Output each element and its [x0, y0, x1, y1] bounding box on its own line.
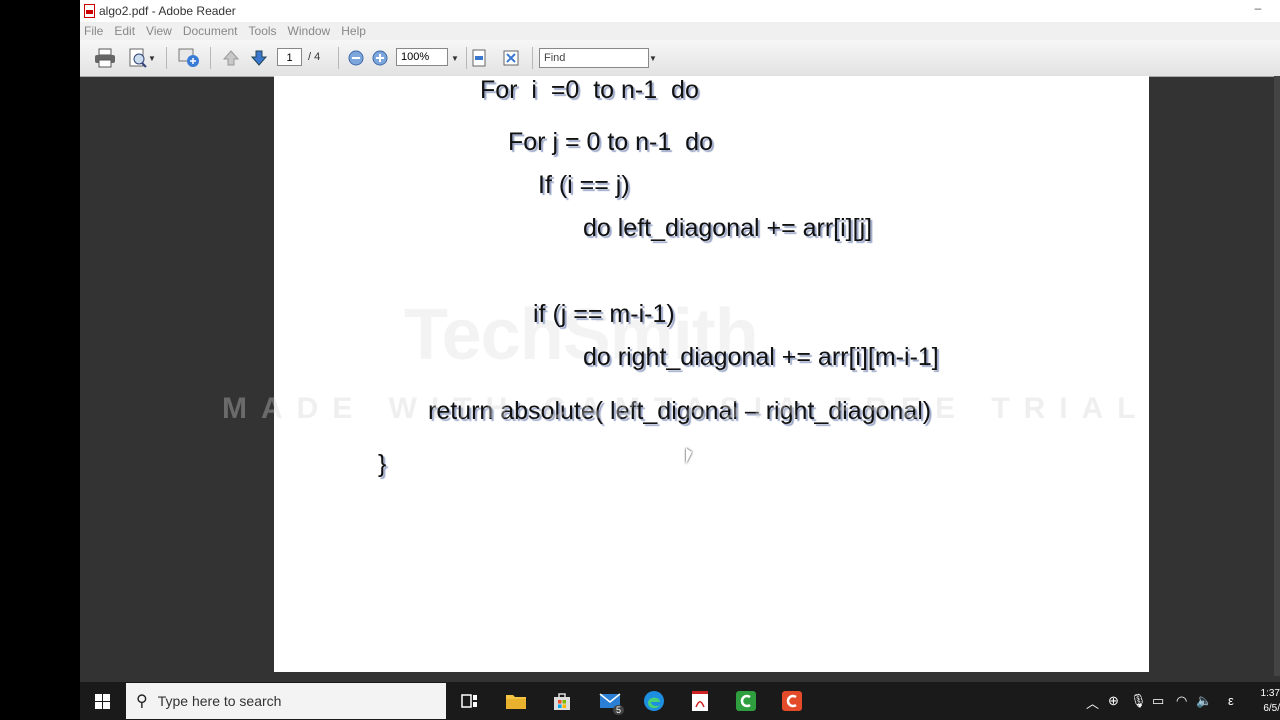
search-icon: ⚲	[136, 693, 148, 710]
menu-document[interactable]: Document	[183, 24, 238, 38]
battery-icon[interactable]: ▭	[1152, 693, 1164, 709]
next-page-icon[interactable]	[248, 48, 270, 68]
mail-badge: 5	[612, 705, 624, 715]
code-line-2: For j = 0 to n-1 do	[508, 128, 713, 156]
page-number-input[interactable]: 1	[277, 48, 302, 66]
show-hidden-icons-icon[interactable]: ︿	[1086, 693, 1099, 712]
microphone-icon[interactable]: 🎙	[1130, 693, 1147, 709]
volume-icon[interactable]: 🔈	[1196, 693, 1212, 709]
find-input[interactable]: Find	[539, 48, 649, 68]
previous-page-icon[interactable]	[220, 48, 242, 68]
zoom-in-icon[interactable]	[370, 48, 390, 68]
code-line-8: }	[378, 450, 387, 478]
windows-logo-icon	[94, 693, 110, 709]
code-line-4: do left_diagonal += arr[i][j]	[583, 214, 873, 242]
edge-browser-icon[interactable]	[642, 689, 666, 713]
fit-page-icon[interactable]	[500, 48, 522, 68]
wifi-icon[interactable]: ◠	[1176, 693, 1187, 709]
toolbar: ▼ 1 / 4 100% ▼ Find ▼	[80, 40, 1280, 77]
input-language-indicator[interactable]: ε	[1228, 693, 1234, 708]
code-line-1: For i =0 to n-1 do	[480, 76, 699, 104]
menu-window[interactable]: Window	[288, 24, 331, 38]
pdf-page: TechSmith For i =0 to n-1 do For j = 0 t…	[274, 76, 1149, 672]
page-total: / 4	[308, 51, 321, 63]
microsoft-store-icon[interactable]	[550, 689, 574, 713]
window-title: algo2.pdf - Adobe Reader	[99, 4, 236, 18]
menu-tools[interactable]: Tools	[249, 24, 277, 38]
camtasia-editor-icon[interactable]	[780, 689, 804, 713]
zoom-level-field[interactable]: 100%	[396, 48, 448, 66]
find-dropdown-icon[interactable]: ▼	[648, 48, 658, 68]
adobe-reader-window: algo2.pdf - Adobe Reader – File Edit Vie…	[80, 0, 1280, 682]
acrobat-reader-icon[interactable]	[688, 689, 712, 713]
fit-width-icon[interactable]	[468, 48, 490, 68]
zoom-tool-icon[interactable]: ▼	[126, 48, 158, 68]
file-explorer-icon[interactable]	[504, 689, 528, 713]
clock-date: 6/5/	[1263, 703, 1280, 714]
minimize-button[interactable]: –	[1246, 2, 1270, 18]
task-view-icon[interactable]	[458, 689, 482, 713]
code-line-6: do right_diagonal += arr[i][m-i-1]	[583, 343, 939, 371]
collaborate-icon[interactable]	[176, 48, 202, 68]
camtasia-recorder-icon[interactable]	[734, 689, 758, 713]
system-clock[interactable]: 1:37 6/5/	[1261, 686, 1280, 716]
taskbar-search-placeholder: Type here to search	[157, 693, 282, 709]
mail-icon[interactable]: 5	[598, 689, 624, 715]
taskbar: ⚲ Type here to search 5 ︿ ⊕ 🎙 ▭ ◠ 🔈 ε 1:…	[80, 682, 1280, 720]
pdf-file-icon	[84, 4, 95, 18]
mouse-cursor-icon	[686, 448, 692, 464]
scrollbar[interactable]	[1274, 76, 1280, 676]
title-bar: algo2.pdf - Adobe Reader –	[80, 0, 1280, 22]
menu-help[interactable]: Help	[341, 24, 366, 38]
menu-view[interactable]: View	[146, 24, 172, 38]
code-line-5: if (j == m-i-1)	[533, 300, 675, 328]
start-button[interactable]	[80, 682, 124, 720]
menu-file[interactable]: File	[84, 24, 103, 38]
menu-bar: File Edit View Document Tools Window Hel…	[80, 22, 1280, 40]
zoom-dropdown-icon[interactable]: ▼	[450, 48, 460, 68]
zoom-out-icon[interactable]	[346, 48, 366, 68]
camtasia-watermark-text: MADE WITH CAMTASIA FREE TRIAL	[222, 392, 1150, 425]
clock-time: 1:37	[1260, 688, 1280, 699]
network-adapter-icon[interactable]: ⊕	[1108, 693, 1119, 709]
menu-edit[interactable]: Edit	[114, 24, 135, 38]
code-line-3: If (i == j)	[538, 171, 630, 199]
taskbar-search-box[interactable]: ⚲ Type here to search	[126, 683, 446, 719]
print-icon[interactable]	[92, 48, 118, 68]
